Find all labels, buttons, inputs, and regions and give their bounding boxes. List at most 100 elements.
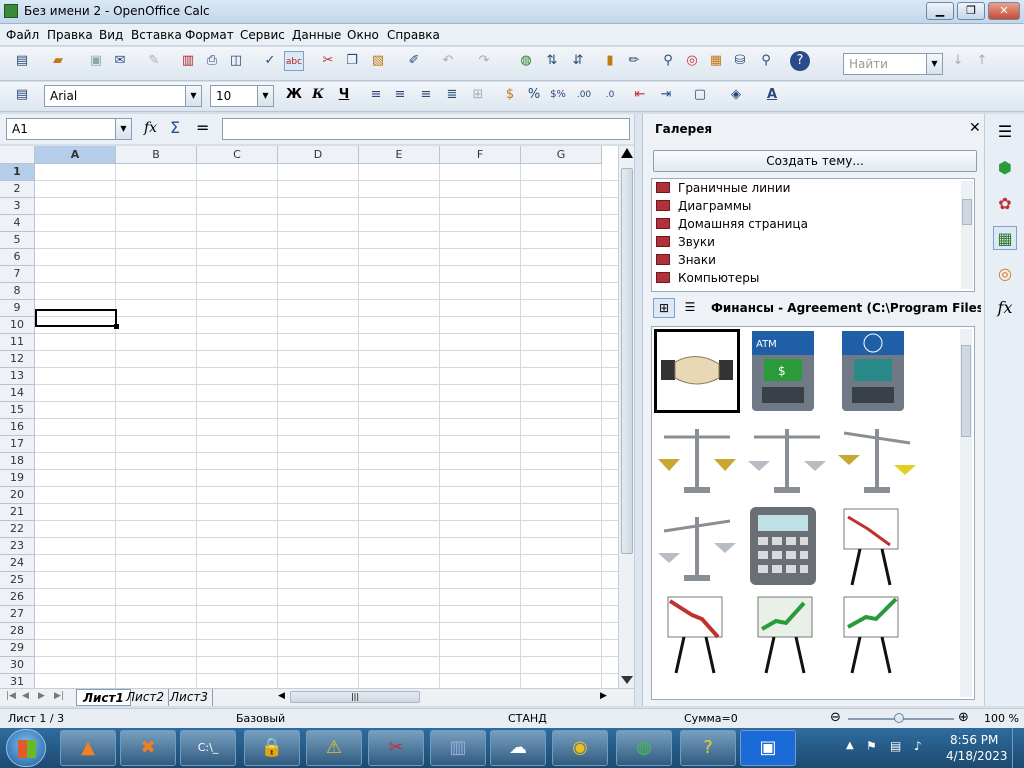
zoom-in-icon[interactable]: ⊕ (958, 710, 969, 725)
row-header-15[interactable]: 15 (0, 402, 35, 419)
clock-time[interactable]: 8:56 PM (950, 733, 998, 747)
xampp-icon[interactable]: ✖ (120, 730, 176, 766)
detail-view-icon[interactable]: ☰ (679, 298, 701, 318)
theme-list[interactable]: Граничные линии Диаграммы Домашняя стран… (651, 178, 975, 292)
row-header-22[interactable]: 22 (0, 521, 35, 538)
standard-format-icon[interactable]: $% (548, 85, 568, 105)
percent-format-icon[interactable]: % (524, 85, 544, 105)
row-header-23[interactable]: 23 (0, 538, 35, 555)
align-right-icon[interactable]: ≡ (416, 85, 436, 105)
row-header-5[interactable]: 5 (0, 232, 35, 249)
new-document-icon[interactable]: ▤ (12, 51, 32, 71)
align-center-icon[interactable]: ≡ (390, 85, 410, 105)
lock-app-icon[interactable]: 🔒 (244, 730, 300, 766)
horizontal-scroll-thumb[interactable]: ||| (290, 691, 420, 703)
row-header-14[interactable]: 14 (0, 385, 35, 402)
close-icon[interactable]: ✕ (969, 120, 981, 136)
column-header-f[interactable]: F (440, 146, 521, 164)
zoom-out-icon[interactable]: ⊖ (830, 710, 841, 725)
page-preview-icon[interactable]: ◫ (226, 51, 246, 71)
font-name-box[interactable]: Arial ▼ (44, 85, 202, 107)
scales-gold-icon[interactable] (654, 419, 740, 503)
row-header-7[interactable]: 7 (0, 266, 35, 283)
row-header-18[interactable]: 18 (0, 453, 35, 470)
save-icon[interactable]: ▣ (86, 51, 106, 71)
minimize-button[interactable]: ▁ (926, 2, 954, 20)
prev-sheet-icon[interactable]: ◀ (22, 691, 29, 701)
menu-file[interactable]: Файл (6, 28, 39, 42)
find-next-icon[interactable]: ↓ (948, 51, 968, 71)
scroll-thumb[interactable] (962, 199, 972, 225)
calculator-icon[interactable] (746, 505, 832, 589)
menu-help[interactable]: Справка (387, 28, 440, 42)
font-color-icon[interactable]: A (762, 85, 782, 105)
column-header-g[interactable]: G (521, 146, 602, 164)
scroll-left-icon[interactable]: ◀ (278, 691, 285, 701)
icon-view-icon[interactable]: ⊞ (653, 298, 675, 318)
find-input[interactable]: Найти ▼ (843, 53, 943, 75)
next-sheet-icon[interactable]: ▶ (38, 691, 45, 701)
scroll-right-icon[interactable]: ▶ (600, 691, 607, 701)
row-header-10[interactable]: 10 (0, 317, 35, 334)
vlc-icon[interactable]: ▲ (60, 730, 116, 766)
row-header-2[interactable]: 2 (0, 181, 35, 198)
chevron-down-icon[interactable]: ▼ (185, 86, 201, 106)
corner-select-all[interactable] (0, 146, 35, 164)
row-header-17[interactable]: 17 (0, 436, 35, 453)
atm-globe-icon[interactable] (838, 329, 924, 413)
open-folder-icon[interactable]: ▰ (48, 51, 68, 71)
print-icon[interactable]: ⎙ (202, 51, 222, 71)
column-header-e[interactable]: E (359, 146, 440, 164)
zoom-slider-handle[interactable] (894, 713, 904, 723)
files-app-icon[interactable]: ▥ (430, 730, 486, 766)
row-header-4[interactable]: 4 (0, 215, 35, 232)
create-theme-button[interactable]: Создать тему... (653, 150, 977, 172)
row-header-20[interactable]: 20 (0, 487, 35, 504)
chart-down-easel-icon[interactable] (838, 505, 924, 589)
maximize-button[interactable]: ❐ (957, 2, 985, 20)
row-header-29[interactable]: 29 (0, 640, 35, 657)
scales-tilted-2-icon[interactable] (654, 507, 740, 591)
status-insert-mode[interactable]: СТАНД (508, 712, 547, 725)
function-icon[interactable]: = (196, 118, 209, 137)
font-size-box[interactable]: 10 ▼ (210, 85, 274, 107)
menu-window[interactable]: Окно (347, 28, 379, 42)
clone-formatting-icon[interactable]: ✐ (404, 51, 424, 71)
spreadsheet-grid[interactable]: ABCDEFG 1 2 3 4 5 6 7 8 9 10 11 12 13 14 15 16 17 18 19 20 2… (0, 146, 618, 690)
theme-list-scrollbar[interactable] (961, 181, 973, 289)
blue-app-icon[interactable]: ▣ (740, 730, 796, 766)
styles-icon[interactable]: ▤ (12, 85, 32, 105)
chevron-down-icon[interactable]: ▼ (257, 86, 273, 106)
sort-descending-icon[interactable]: ⇵ (568, 51, 588, 71)
row-header-11[interactable]: 11 (0, 334, 35, 351)
theme-item[interactable]: Домашняя страница (656, 217, 808, 235)
close-button[interactable]: ✕ (988, 2, 1020, 20)
increase-indent-icon[interactable]: ⇥ (656, 85, 676, 105)
sort-ascending-icon[interactable]: ⇅ (542, 51, 562, 71)
gallery-icon[interactable]: ▦ (706, 51, 726, 71)
download-manager-icon[interactable]: ◍ (616, 730, 672, 766)
column-header-a[interactable]: A (35, 146, 116, 164)
start-button[interactable] (6, 729, 46, 767)
openoffice-taskbar-icon[interactable]: ☁ (490, 730, 546, 766)
row-header-28[interactable]: 28 (0, 623, 35, 640)
theme-item[interactable]: Звуки (656, 235, 715, 253)
tray-volume-icon[interactable]: ♪ (914, 739, 922, 753)
chart-up-green-2-icon[interactable] (838, 593, 924, 677)
function-wizard-icon[interactable]: fx (144, 120, 157, 136)
menu-insert[interactable]: Вставка (131, 28, 182, 42)
edit-file-icon[interactable]: ✎ (144, 51, 164, 71)
status-page-style[interactable]: Базовый (236, 712, 285, 725)
first-sheet-icon[interactable]: |◀ (6, 691, 16, 701)
properties-icon[interactable]: ⬢ (993, 156, 1017, 180)
help-app-icon[interactable]: ? (680, 730, 736, 766)
gallery-items[interactable]: ATM $ (651, 326, 975, 700)
show-desktop-button[interactable] (1012, 728, 1024, 768)
row-header-9[interactable]: 9 (0, 300, 35, 317)
menu-view[interactable]: Вид (99, 28, 123, 42)
show-draw-functions-icon[interactable]: ✏ (624, 51, 644, 71)
hyperlink-icon[interactable]: ◍ (516, 51, 536, 71)
column-header-c[interactable]: C (197, 146, 278, 164)
menu-tools[interactable]: Сервис (240, 28, 285, 42)
scroll-thumb[interactable] (621, 168, 633, 554)
